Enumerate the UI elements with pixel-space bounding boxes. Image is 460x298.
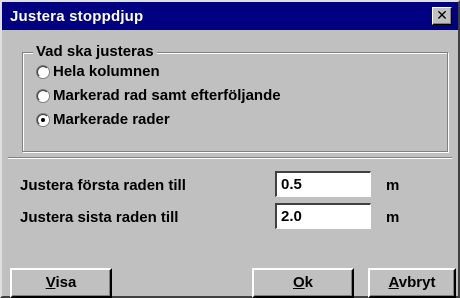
ok-accel: O <box>292 274 305 291</box>
first-row-label: Justera första raden till <box>20 177 186 194</box>
title-bar[interactable]: Justera stoppdjup ✕ <box>2 2 458 30</box>
radio-button-icon[interactable] <box>37 66 49 78</box>
avbryt-accel: A <box>388 274 399 291</box>
close-button[interactable]: ✕ <box>432 7 452 25</box>
visa-accel: V <box>45 274 56 291</box>
separator-highlight <box>8 158 452 159</box>
close-icon: ✕ <box>436 7 448 23</box>
avbryt-button[interactable]: Avbryt <box>368 268 456 298</box>
window-title: Justera stoppdjup <box>10 8 144 25</box>
radio-label: Markerade rader <box>53 111 170 128</box>
first-row-depth-input[interactable] <box>275 171 371 197</box>
radio-button-icon[interactable] <box>37 90 49 102</box>
last-row-unit: m <box>386 209 400 226</box>
last-row-label: Justera sista raden till <box>20 209 179 226</box>
radio-label: Markerad rad samt efterföljande <box>53 87 281 104</box>
adjust-scope-group: Vad ska justeras Hela kolumnen Markerad … <box>22 43 448 152</box>
avbryt-label: vbryt <box>398 274 436 291</box>
visa-label: isa <box>55 274 77 291</box>
ok-label: k <box>304 274 313 291</box>
ok-button[interactable]: Ok <box>252 268 354 298</box>
last-row-depth-input[interactable] <box>275 203 371 229</box>
group-legend: Vad ska justeras <box>33 43 157 60</box>
dialog-window: Justera stoppdjup ✕ Vad ska justeras Hel… <box>0 0 460 298</box>
radio-button-checked-icon[interactable] <box>37 114 49 126</box>
visa-button[interactable]: Visa <box>10 268 112 298</box>
radio-label: Hela kolumnen <box>53 63 160 80</box>
first-row-unit: m <box>386 177 400 194</box>
